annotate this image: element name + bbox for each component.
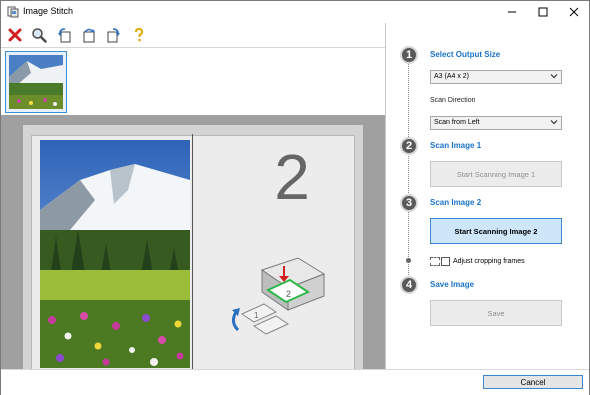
- step-2-badge: 2: [400, 137, 418, 155]
- cropping-frame-icon: [430, 256, 440, 266]
- minimize-button[interactable]: [497, 1, 527, 23]
- thumbnail-strip: [1, 47, 385, 115]
- rotate-right-button[interactable]: [103, 25, 123, 45]
- close-icon: [569, 7, 579, 17]
- save-button[interactable]: Save: [430, 300, 562, 326]
- scanned-image-1: [40, 140, 190, 368]
- delete-button[interactable]: [5, 25, 25, 45]
- scanned-image-thumbnail[interactable]: [5, 51, 67, 113]
- steps-panel: 1 Select Output Size A3 (A4 x 2) Scan Di…: [385, 23, 589, 369]
- svg-text:2: 2: [286, 289, 291, 299]
- maximize-button[interactable]: [528, 1, 558, 23]
- toolbar: [1, 23, 385, 47]
- cancel-button[interactable]: Cancel: [483, 375, 583, 389]
- step-2-label: Scan Image 1: [430, 141, 482, 150]
- scan-direction-select[interactable]: Scan from Left: [430, 116, 562, 130]
- image-stitch-window: Image Stitch 2 2 1 1 Select Output Size …: [0, 0, 590, 395]
- adjust-cropping-row: Adjust cropping frames: [430, 255, 525, 267]
- next-image-number: 2: [274, 141, 310, 213]
- rotate-left-icon: [58, 28, 71, 43]
- title-bar: Image Stitch: [1, 1, 589, 23]
- scan-direction-value: Scan from Left: [434, 119, 480, 126]
- rotate-180-button[interactable]: [79, 25, 99, 45]
- start-scan-image-1-button[interactable]: Start Scanning Image 1: [430, 161, 562, 187]
- help-button[interactable]: [129, 25, 149, 45]
- step-3-badge: 3: [400, 194, 418, 212]
- rotate-left-button[interactable]: [55, 25, 75, 45]
- scan-divider: [192, 134, 193, 372]
- question-icon: [135, 27, 144, 42]
- bottom-bar: Cancel: [1, 369, 589, 395]
- thumbnail-image: [9, 55, 63, 109]
- step-1-badge: 1: [400, 46, 418, 64]
- window-title: Image Stitch: [23, 6, 74, 16]
- step-dot: [406, 258, 411, 263]
- chevron-down-icon: [550, 74, 558, 79]
- step-4-label: Save Image: [430, 280, 475, 289]
- step-1-label: Select Output Size: [430, 50, 501, 59]
- preview-area: 2 2 1: [1, 115, 385, 383]
- maximize-icon: [538, 7, 548, 17]
- adjust-cropping-label: Adjust cropping frames: [453, 257, 525, 265]
- app-icon: [7, 6, 19, 18]
- step-3-label: Scan Image 2: [430, 198, 482, 207]
- step-4-badge: 4: [400, 276, 418, 294]
- rotate-180-icon: [83, 28, 95, 43]
- adjust-cropping-checkbox[interactable]: [441, 256, 450, 266]
- red-x-icon: [8, 28, 22, 42]
- scan-direction-label: Scan Direction: [430, 97, 476, 104]
- preview-panel: 2 2 1: [23, 125, 363, 379]
- svg-text:1: 1: [254, 311, 259, 320]
- magnifier-icon: [32, 28, 47, 43]
- output-size-select[interactable]: A3 (A4 x 2): [430, 70, 562, 84]
- start-scan-image-2-button[interactable]: Start Scanning Image 2: [430, 218, 562, 244]
- output-size-value: A3 (A4 x 2): [434, 73, 470, 80]
- scanner-placement-icon: 2 1: [231, 257, 326, 335]
- chevron-down-icon: [550, 120, 558, 125]
- rotate-right-icon: [107, 28, 120, 43]
- scan-frame: 2 2 1: [31, 134, 355, 372]
- close-button[interactable]: [559, 1, 589, 23]
- minimize-icon: [508, 11, 516, 13]
- zoom-button[interactable]: [29, 25, 49, 45]
